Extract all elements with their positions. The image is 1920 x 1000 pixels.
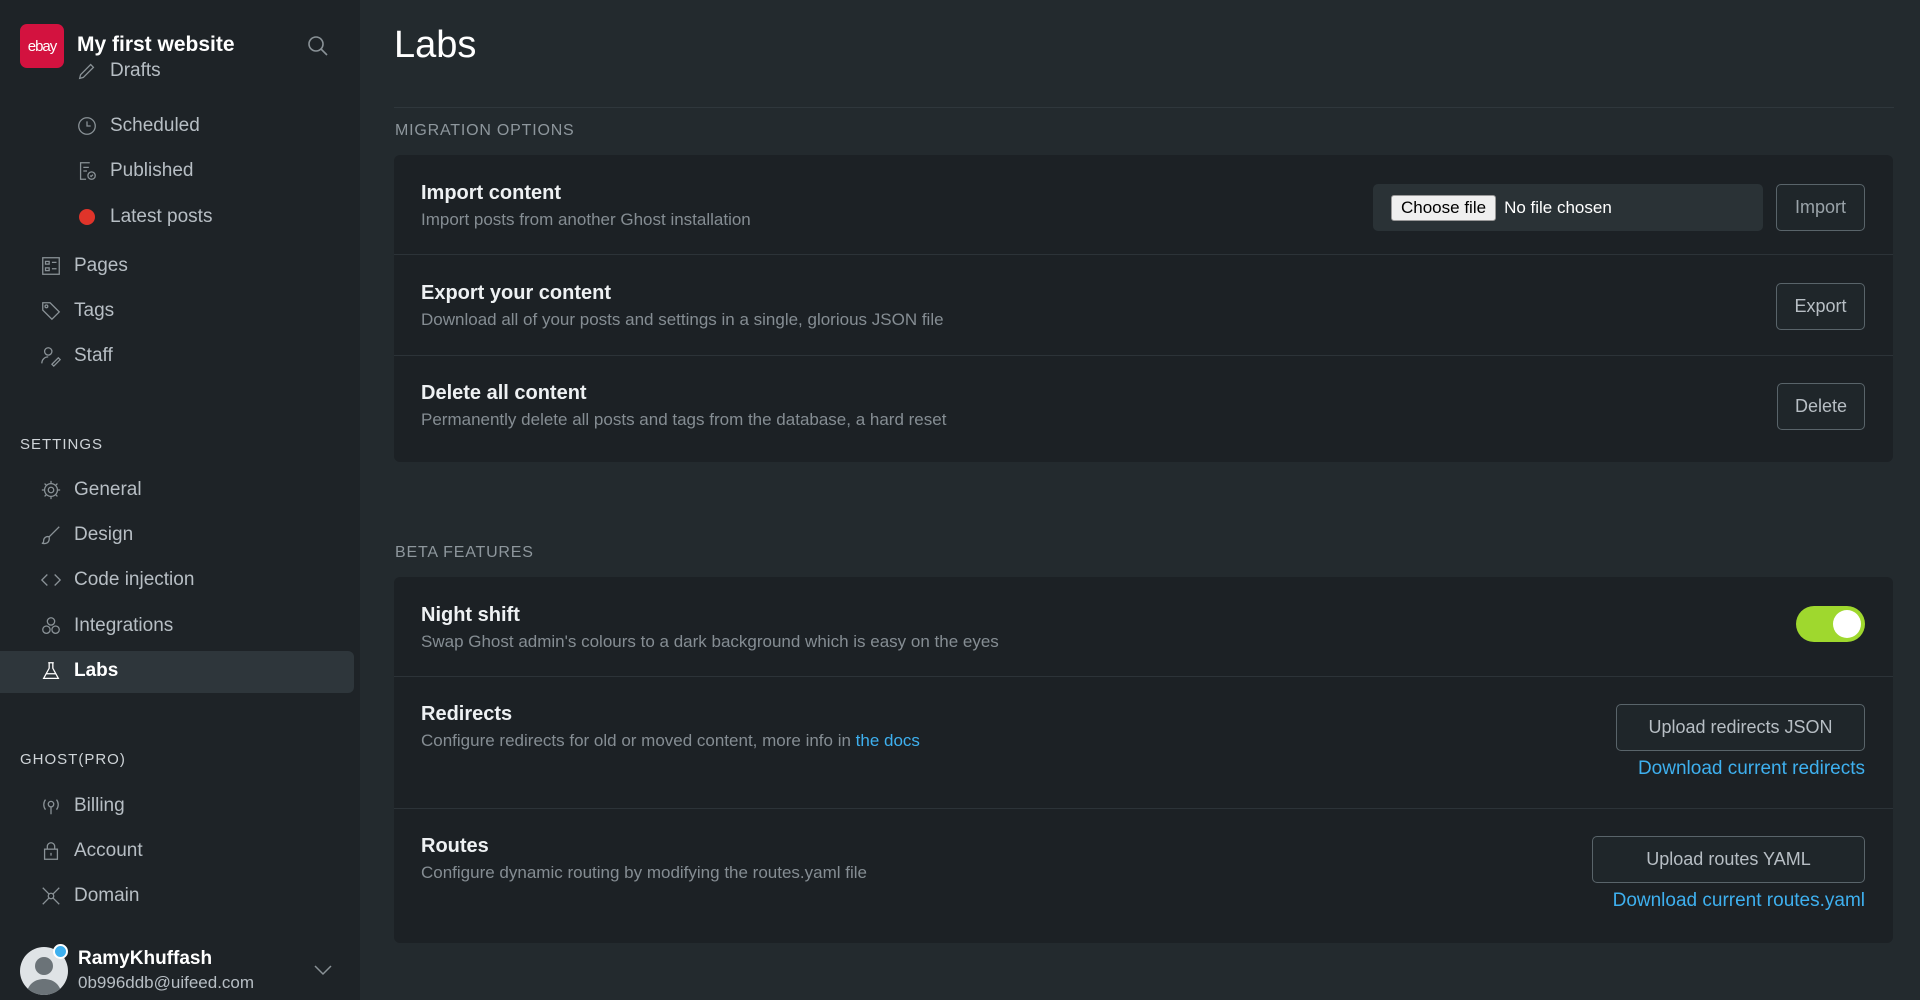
pages-icon xyxy=(42,257,60,275)
upload-redirects-button[interactable]: Upload redirects JSON xyxy=(1616,704,1865,751)
upload-routes-button[interactable]: Upload routes YAML xyxy=(1592,836,1865,883)
redirects-row: Redirects Configure redirects for old or… xyxy=(394,677,1893,809)
sidebar-item-label: Billing xyxy=(74,795,125,816)
gear-icon xyxy=(41,480,61,500)
row-description: Import posts from another Ghost installa… xyxy=(421,210,751,229)
sidebar-item-billing[interactable]: Billing xyxy=(40,786,125,826)
delete-row: Delete all content Permanently delete al… xyxy=(394,356,1893,462)
toggle-knob xyxy=(1833,610,1861,638)
settings-heading: SETTINGS xyxy=(20,436,104,453)
sidebar-item-domain[interactable]: Domain xyxy=(40,876,139,916)
migration-card: Import content Import posts from another… xyxy=(394,155,1893,462)
sidebar-item-published[interactable]: Published xyxy=(76,151,193,191)
sidebar-item-labs[interactable]: Labs xyxy=(40,651,118,691)
sidebar-item-label: Domain xyxy=(74,885,140,906)
row-title: Export your content xyxy=(421,282,612,304)
row-title: Night shift xyxy=(421,604,520,626)
ghost-pro-heading: GHOST(PRO) xyxy=(20,751,126,768)
document-check-icon xyxy=(79,162,96,180)
download-routes-link[interactable]: Download current routes.yaml xyxy=(1613,890,1865,912)
row-title: Delete all content xyxy=(421,382,587,404)
file-status: No file chosen xyxy=(1504,197,1612,217)
import-button[interactable]: Import xyxy=(1776,184,1865,231)
flask-icon xyxy=(42,662,60,679)
clock-icon xyxy=(78,117,96,135)
row-title: Routes xyxy=(421,835,489,857)
sidebar-item-code-injection[interactable]: Code injection xyxy=(40,560,194,600)
search-icon[interactable] xyxy=(306,34,330,63)
user-email: 0b996ddb@uifeed.com xyxy=(78,973,255,992)
row-description: Swap Ghost admin's colours to a dark bac… xyxy=(421,632,999,651)
sidebar-item-label: Account xyxy=(74,840,143,861)
row-title: Import content xyxy=(421,182,561,204)
sidebar-item-label: Latest posts xyxy=(110,206,213,227)
sidebar-item-general[interactable]: General xyxy=(40,470,142,510)
row-description: Configure dynamic routing by modifying t… xyxy=(421,863,867,882)
migration-options-heading: MIGRATION OPTIONS xyxy=(395,122,575,139)
chevron-down-icon[interactable] xyxy=(313,963,333,981)
row-description: Configure redirects for old or moved con… xyxy=(421,731,920,751)
row-description: Download all of your posts and settings … xyxy=(421,310,944,329)
sidebar-item-account[interactable]: Account xyxy=(40,831,143,871)
brush-icon xyxy=(41,526,60,545)
page-title: Labs xyxy=(394,24,477,66)
red-dot-icon xyxy=(79,209,95,225)
export-button[interactable]: Export xyxy=(1776,283,1865,330)
delete-button[interactable]: Delete xyxy=(1777,383,1865,430)
user-name[interactable]: RamyKhuffash xyxy=(78,948,212,970)
sidebar-item-tags[interactable]: Tags xyxy=(40,291,114,331)
sidebar-item-label: General xyxy=(74,479,142,500)
choose-file-button[interactable]: Choose file xyxy=(1391,194,1497,221)
sidebar-item-label: Pages xyxy=(74,255,128,276)
lock-icon xyxy=(43,842,59,860)
sidebar-item-label: Design xyxy=(74,524,134,545)
sidebar-item-label: Staff xyxy=(74,345,113,366)
sidebar: ebay My first website Drafts Scheduled P… xyxy=(0,0,360,1000)
sidebar-item-staff[interactable]: Staff xyxy=(40,336,113,376)
site-title[interactable]: My first website xyxy=(77,33,235,57)
sidebar-item-scheduled[interactable]: Scheduled xyxy=(76,106,200,146)
site-logo: ebay xyxy=(20,24,64,68)
sidebar-item-label: Integrations xyxy=(74,615,174,636)
docs-link[interactable]: the docs xyxy=(856,731,920,750)
sidebar-item-label: Scheduled xyxy=(110,115,200,136)
pencil-icon xyxy=(78,63,95,80)
staff-icon xyxy=(41,347,62,367)
network-icon xyxy=(42,887,60,905)
night-shift-toggle[interactable] xyxy=(1796,606,1865,642)
beta-card: Night shift Swap Ghost admin's colours t… xyxy=(394,577,1893,943)
sidebar-item-drafts[interactable]: Drafts xyxy=(76,62,161,82)
download-redirects-link[interactable]: Download current redirects xyxy=(1638,758,1865,780)
file-input[interactable]: Choose file No file chosen xyxy=(1373,184,1763,231)
sidebar-item-latest-posts[interactable]: Latest posts xyxy=(76,197,212,237)
description-text: Configure redirects for old or moved con… xyxy=(421,731,856,750)
import-row: Import content Import posts from another… xyxy=(394,155,1893,255)
export-row: Export your content Download all of your… xyxy=(394,255,1893,356)
broadcast-icon xyxy=(43,799,59,815)
sidebar-item-label: Published xyxy=(110,160,194,181)
sidebar-item-design[interactable]: Design xyxy=(40,515,133,555)
routes-row: Routes Configure dynamic routing by modi… xyxy=(394,809,1893,943)
beta-features-heading: BETA FEATURES xyxy=(395,544,534,561)
integrations-icon xyxy=(42,617,60,634)
code-icon xyxy=(40,574,62,586)
sidebar-item-label: Code injection xyxy=(74,569,195,590)
sidebar-item-label: Labs xyxy=(74,660,119,681)
row-title: Redirects xyxy=(421,703,513,725)
notification-badge xyxy=(53,944,68,959)
sidebar-item-label: Tags xyxy=(74,300,115,321)
night-shift-row: Night shift Swap Ghost admin's colours t… xyxy=(394,577,1893,677)
sidebar-item-label: Drafts xyxy=(110,62,161,81)
row-description: Permanently delete all posts and tags fr… xyxy=(421,410,947,429)
tag-icon xyxy=(42,302,61,321)
sidebar-item-pages[interactable]: Pages xyxy=(40,246,128,286)
divider xyxy=(394,107,1894,108)
sidebar-item-integrations[interactable]: Integrations xyxy=(40,606,173,646)
